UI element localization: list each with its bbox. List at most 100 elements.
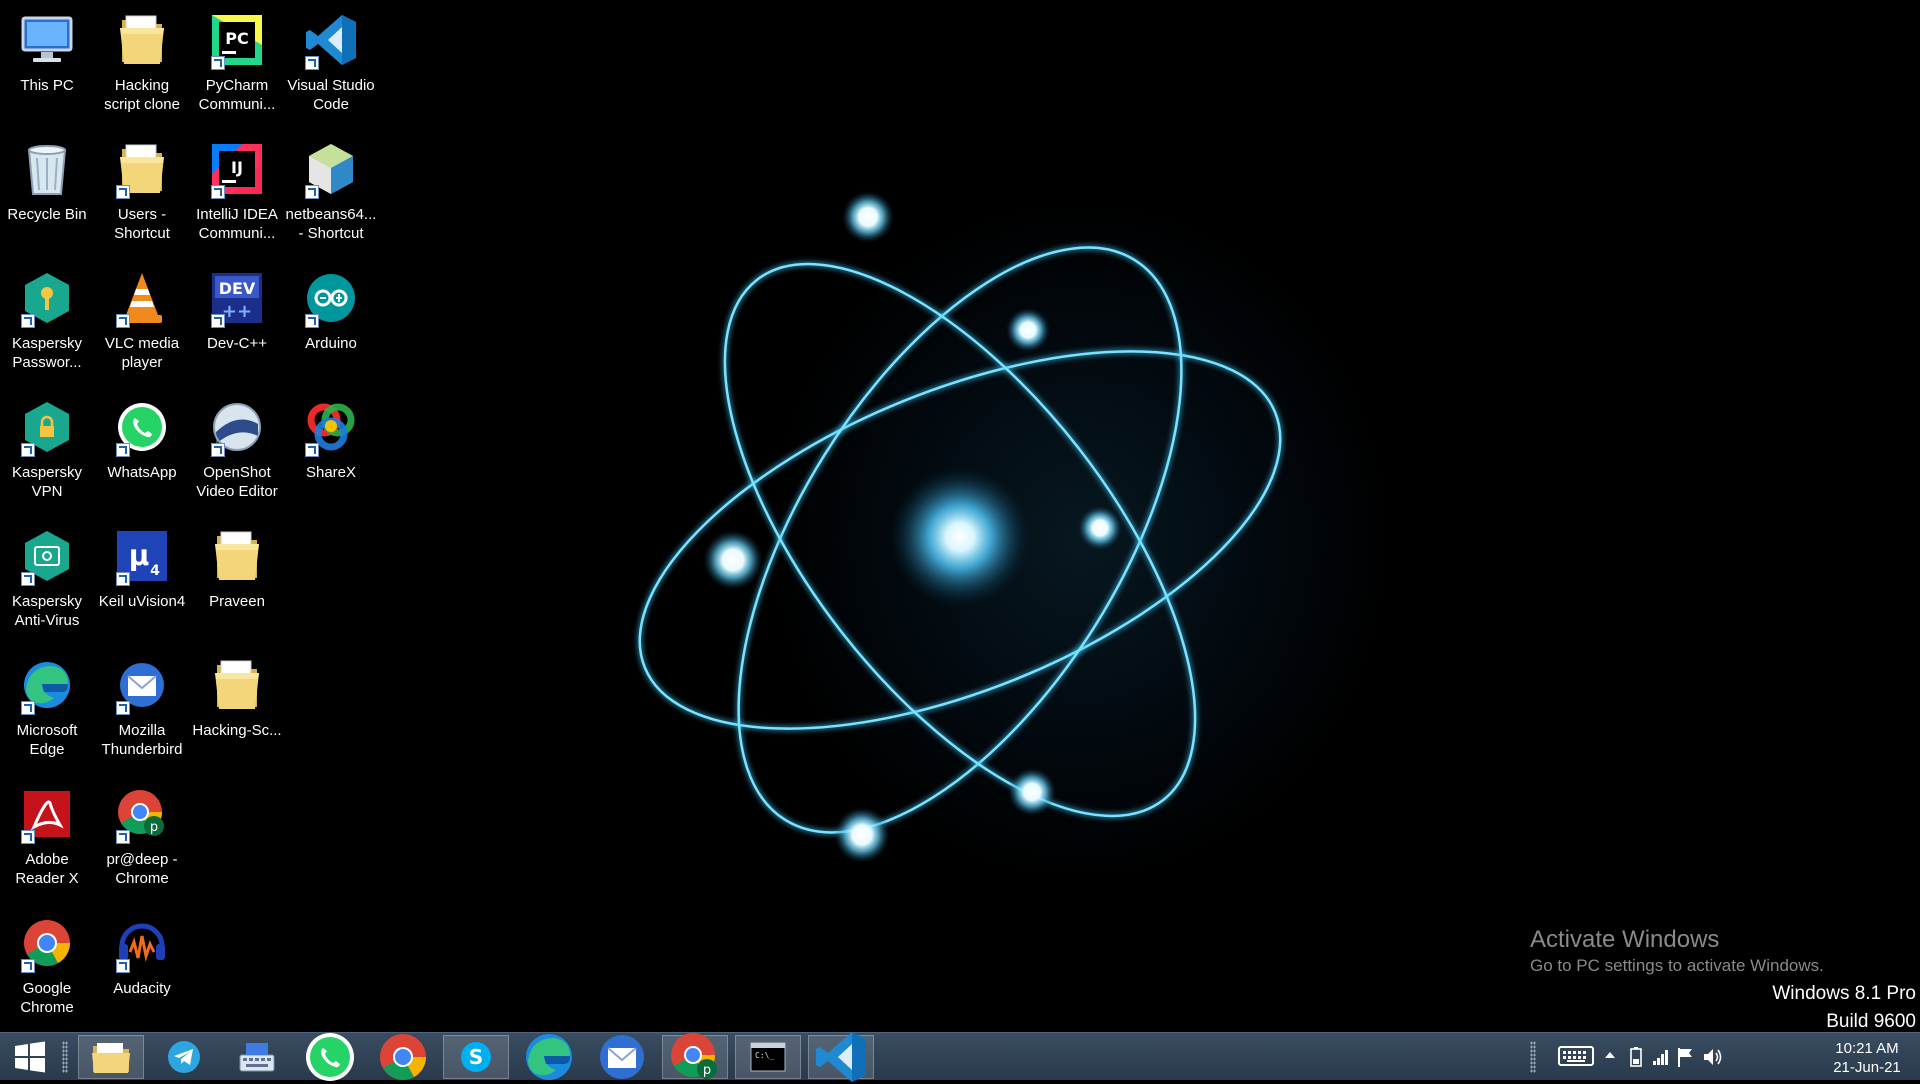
taskbar-clock[interactable]: 10:21 AM 21-Jun-21 bbox=[1826, 1039, 1908, 1077]
desktop-icon-kaspersky-antivirus[interactable]: Kaspersky Anti-Virus bbox=[0, 524, 94, 630]
desktop-icon-intellij[interactable]: IJ IntelliJ IDEA Communi... bbox=[190, 137, 284, 243]
chrome-profile-icon: p bbox=[669, 1031, 721, 1083]
desktop-icon-folder[interactable]: Users - Shortcut bbox=[95, 137, 189, 243]
volume-icon[interactable] bbox=[1702, 1047, 1724, 1067]
intellij-icon: IJ bbox=[205, 137, 269, 201]
desktop-icon-kaspersky-vpn[interactable]: Kaspersky VPN bbox=[0, 395, 94, 501]
whatsapp-icon bbox=[110, 395, 174, 459]
keil-icon: μ4 bbox=[110, 524, 174, 588]
clock-time: 10:21 AM bbox=[1835, 1040, 1899, 1057]
on-screen-keyboard-icon bbox=[238, 1041, 276, 1073]
taskbar-button-file-explorer[interactable] bbox=[78, 1035, 144, 1079]
kaspersky-password-icon bbox=[15, 266, 79, 330]
shortcut-arrow-icon bbox=[211, 185, 225, 199]
desktop-icon-recycle-bin[interactable]: Recycle Bin bbox=[0, 137, 94, 224]
keyboard-icon[interactable] bbox=[1558, 1045, 1594, 1067]
svg-text:IJ: IJ bbox=[231, 158, 243, 177]
taskbar-button-telegram[interactable] bbox=[151, 1035, 217, 1079]
taskbar-button-edge[interactable] bbox=[516, 1034, 582, 1080]
shortcut-arrow-icon bbox=[21, 314, 35, 328]
chrome-profile-icon: p bbox=[110, 782, 174, 846]
taskbar-button-chrome-profile[interactable]: p bbox=[662, 1033, 728, 1079]
whatsapp-icon bbox=[305, 1032, 355, 1082]
show-hidden-icons-icon[interactable] bbox=[1604, 1051, 1616, 1059]
desktop-icon-label: Kaspersky Passwor... bbox=[11, 335, 83, 371]
skype-icon: S bbox=[459, 1040, 493, 1074]
telegram-icon bbox=[167, 1040, 201, 1074]
windows-logo-icon bbox=[15, 1041, 45, 1073]
desktop-icon-label: pr@deep - Chrome bbox=[106, 851, 178, 887]
desktop[interactable]: This PC Hacking script clone PC PyCharm Com… bbox=[0, 0, 1920, 1032]
desktop-icon-label: PyCharm Communi... bbox=[198, 77, 276, 113]
tray-grip[interactable] bbox=[1530, 1041, 1536, 1073]
desktop-icon-chrome[interactable]: Google Chrome bbox=[0, 911, 94, 1017]
atom-nucleus bbox=[890, 467, 1030, 607]
desktop-icon-label: ShareX bbox=[305, 464, 357, 481]
taskbar-button-command-prompt[interactable]: C:\_ bbox=[735, 1035, 801, 1079]
desktop-icon-pycharm[interactable]: PC PyCharm Communi... bbox=[190, 8, 284, 114]
audacity-icon bbox=[110, 911, 174, 975]
vlc-icon bbox=[110, 266, 174, 330]
taskbar-button-whatsapp[interactable] bbox=[297, 1032, 363, 1082]
sharex-icon bbox=[299, 395, 363, 459]
arduino-icon bbox=[299, 266, 363, 330]
desktop-icon-folder[interactable]: Hacking script clone bbox=[95, 8, 189, 114]
desktop-icon-kaspersky-password[interactable]: Kaspersky Passwor... bbox=[0, 266, 94, 372]
folder-icon bbox=[205, 524, 269, 588]
desktop-icon-label: Adobe Reader X bbox=[15, 851, 79, 887]
desktop-icon-keil[interactable]: μ 4 Keil uVision4 bbox=[95, 524, 189, 611]
taskbar-grip[interactable] bbox=[62, 1041, 68, 1073]
os-edition-text: Windows 8.1 Pro Build 9600 bbox=[1772, 980, 1916, 1032]
network-icon[interactable] bbox=[1652, 1047, 1670, 1065]
desktop-icon-netbeans[interactable]: netbeans64... - Shortcut bbox=[284, 137, 378, 243]
chrome-icon bbox=[378, 1032, 428, 1082]
desktop-icon-label: Dev-C++ bbox=[206, 335, 268, 352]
desktop-icon-arduino[interactable]: Arduino bbox=[284, 266, 378, 353]
desktop-icon-chrome-profile[interactable]: p pr@deep - Chrome bbox=[95, 782, 189, 888]
taskbar-button-chrome[interactable] bbox=[370, 1032, 436, 1082]
desktop-icon-label: Arduino bbox=[305, 335, 357, 352]
shortcut-arrow-icon bbox=[305, 185, 319, 199]
file-explorer-icon bbox=[91, 1040, 131, 1074]
desktop-icon-devcpp[interactable]: DEV ++ Dev-C++ bbox=[190, 266, 284, 353]
shortcut-arrow-icon bbox=[116, 959, 130, 973]
desktop-icon-audacity[interactable]: Audacity bbox=[95, 911, 189, 998]
desktop-icon-folder[interactable]: Praveen bbox=[190, 524, 284, 611]
desktop-icon-sharex[interactable]: ShareX bbox=[284, 395, 378, 482]
taskbar-button-on-screen-keyboard[interactable] bbox=[224, 1035, 290, 1079]
desktop-icon-thunderbird[interactable]: Mozilla Thunderbird bbox=[95, 653, 189, 759]
watermark-title: Activate Windows bbox=[1530, 926, 1720, 953]
start-button[interactable] bbox=[0, 1035, 60, 1079]
action-center-flag-icon[interactable] bbox=[1676, 1047, 1694, 1067]
battery-icon[interactable] bbox=[1630, 1047, 1642, 1067]
folder-icon bbox=[110, 137, 174, 201]
taskbar-button-skype[interactable]: S bbox=[443, 1035, 509, 1079]
shortcut-arrow-icon bbox=[21, 572, 35, 586]
thunderbird-icon bbox=[596, 1032, 648, 1082]
shortcut-arrow-icon bbox=[116, 185, 130, 199]
thunderbird-icon bbox=[110, 653, 174, 717]
desktop-icon-this-pc[interactable]: This PC bbox=[0, 8, 94, 95]
activation-watermark: Activate Windows Go to PC settings to ac… bbox=[1530, 925, 1824, 977]
desktop-icon-openshot[interactable]: OpenShot Video Editor bbox=[190, 395, 284, 501]
desktop-icon-label: Kaspersky VPN bbox=[11, 464, 83, 500]
svg-text:p: p bbox=[703, 1063, 711, 1078]
kaspersky-antivirus-icon bbox=[15, 524, 79, 588]
taskbar-button-vscode[interactable] bbox=[808, 1032, 874, 1082]
edge-icon bbox=[15, 653, 79, 717]
shortcut-arrow-icon bbox=[211, 443, 225, 457]
desktop-icon-label: Users - Shortcut bbox=[114, 206, 170, 242]
chrome-icon bbox=[15, 911, 79, 975]
desktop-icon-label: Google Chrome bbox=[20, 980, 74, 1016]
svg-text:μ: μ bbox=[129, 539, 150, 572]
desktop-icon-vlc[interactable]: VLC media player bbox=[95, 266, 189, 372]
shortcut-arrow-icon bbox=[305, 56, 319, 70]
desktop-icon-vscode[interactable]: Visual Studio Code bbox=[284, 8, 378, 114]
desktop-icon-folder[interactable]: Hacking-Sc... bbox=[190, 653, 284, 740]
taskbar-button-thunderbird[interactable] bbox=[589, 1035, 655, 1079]
desktop-icon-whatsapp[interactable]: WhatsApp bbox=[95, 395, 189, 482]
desktop-icon-adobe-reader[interactable]: Adobe Reader X bbox=[0, 782, 94, 888]
desktop-icon-label: Audacity bbox=[113, 980, 171, 997]
this-pc-icon bbox=[15, 8, 79, 72]
desktop-icon-edge[interactable]: Microsoft Edge bbox=[0, 653, 94, 759]
